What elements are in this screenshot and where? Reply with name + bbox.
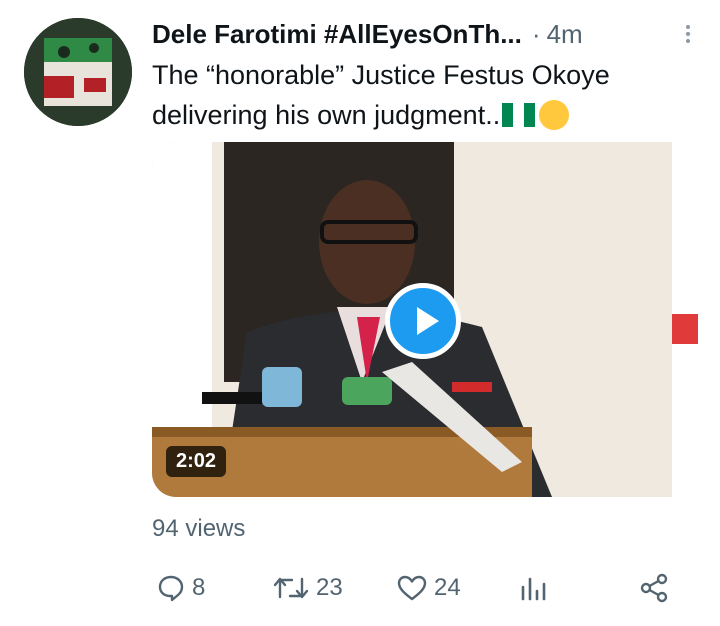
timestamp[interactable]: 4m (547, 19, 583, 50)
reply-icon (158, 575, 184, 602)
separator-dot: · (531, 18, 541, 49)
like-button[interactable]: 24 (396, 568, 461, 608)
more-vertical-icon[interactable] (682, 22, 694, 48)
share-button[interactable] (638, 568, 676, 608)
analytics-button[interactable] (518, 568, 556, 608)
avatar[interactable] (24, 18, 132, 126)
analytics-icon (521, 577, 546, 601)
video-duration: 2:02 (166, 446, 227, 477)
tweet-header: Dele Farotimi #AllEyesOnTh... · 4m (152, 14, 700, 54)
play-icon[interactable] (385, 283, 461, 359)
retweet-button[interactable]: 23 (272, 568, 343, 608)
reply-button[interactable]: 8 (156, 568, 205, 608)
author-name[interactable]: Dele Farotimi #AllEyesOnTh... (152, 19, 522, 50)
avatar-image (24, 18, 132, 126)
yawning-face-emoji (539, 100, 570, 130)
tweet-text: The “honorable” Justice Festus Okoye del… (152, 55, 700, 135)
retweet-count: 23 (316, 574, 343, 601)
view-count: 94 views (152, 515, 246, 542)
like-count: 24 (434, 574, 461, 601)
heart-icon (397, 575, 427, 601)
share-icon (640, 573, 668, 603)
reply-count: 8 (192, 574, 206, 601)
nigeria-flag-emoji (502, 98, 536, 127)
retweet-icon (273, 577, 309, 599)
action-bar: 8 23 24 (152, 568, 700, 608)
